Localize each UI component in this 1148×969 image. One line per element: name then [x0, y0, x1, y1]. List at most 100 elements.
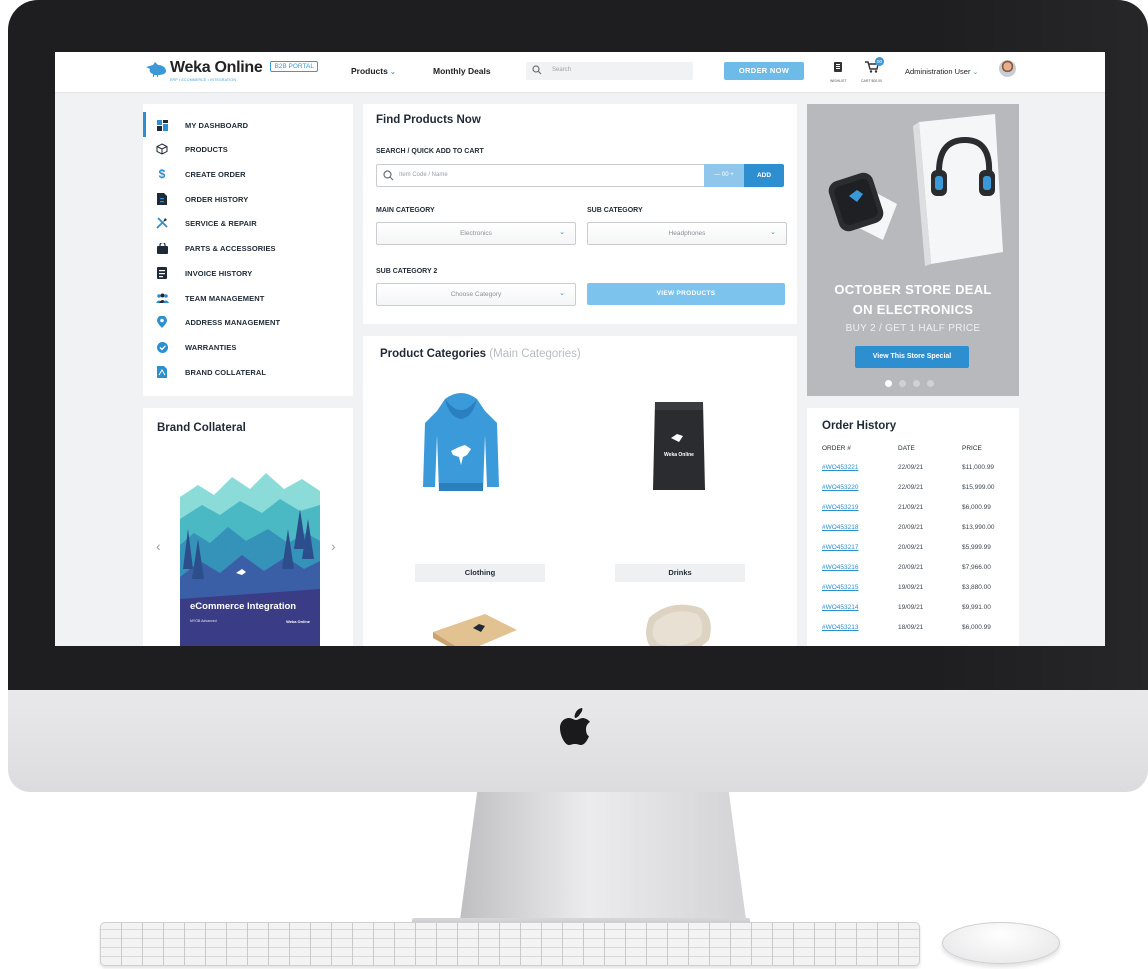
avatar[interactable] [999, 60, 1016, 77]
user-name: Administration User [905, 67, 971, 76]
sidebar-item-label: PARTS & ACCESSORIES [185, 243, 276, 253]
mouse [942, 922, 1060, 964]
order-date: 19/09/21 [898, 584, 924, 591]
order-link[interactable]: #WO453220 [822, 484, 859, 491]
table-row: #WO453219 21/09/21 $6,000.99 [807, 504, 1019, 524]
sidebar-item-service-repair[interactable]: SERVICE & REPAIR [155, 214, 257, 232]
order-date: 20/09/21 [898, 564, 924, 571]
box-icon [155, 142, 169, 156]
nav-monthly-deals[interactable]: Monthly Deals [433, 66, 491, 76]
svg-text:Weka Online: Weka Online [664, 452, 694, 458]
quick-add-search-input[interactable]: Item Code / Name [376, 164, 706, 187]
sidebar-item-parts-accessories[interactable]: PARTS & ACCESSORIES [155, 239, 276, 257]
column-header-price: PRICE [962, 445, 982, 452]
order-price: $9,991.00 [962, 604, 991, 611]
chevron-right-icon[interactable]: › [331, 538, 336, 554]
order-link[interactable]: #WO453221 [822, 464, 859, 471]
cart-label: CART $00.00 [861, 79, 883, 83]
add-to-cart-button[interactable]: ADD [744, 164, 784, 187]
table-row: #WO453221 22/09/21 $11,000.99 [807, 464, 1019, 484]
category-clothing[interactable]: Clothing [415, 564, 545, 582]
carousel-dot[interactable] [885, 380, 892, 387]
table-row: #WO453215 19/09/21 $3,880.00 [807, 584, 1019, 604]
table-row: #WO453214 19/09/21 $9,991.00 [807, 604, 1019, 624]
category-drinks[interactable]: Drinks [615, 564, 745, 582]
sub-category-select[interactable]: Headphones ⌄ [587, 222, 787, 245]
sidebar-item-my-dashboard[interactable]: MY DASHBOARD [155, 116, 248, 134]
nav-products[interactable]: Products ⌄ [351, 66, 396, 76]
order-link[interactable]: #WO453215 [822, 584, 859, 591]
electronics-promo-image [827, 112, 1007, 272]
box-product-image[interactable] [429, 608, 519, 646]
drinks-product-image[interactable]: Weka Online [649, 398, 709, 494]
carousel-dot[interactable] [899, 380, 906, 387]
chevron-left-icon[interactable]: ‹ [156, 538, 161, 554]
main-category-value: Electronics [460, 230, 492, 237]
product-categories-card: Product Categories (Main Categories) Clo… [363, 336, 797, 646]
order-date: 19/09/21 [898, 604, 924, 611]
tools-icon [155, 216, 169, 230]
order-price: $6,000.99 [962, 624, 991, 631]
table-row: #WO453213 18/09/21 $6,000.99 [807, 624, 1019, 644]
order-date: 18/09/21 [898, 624, 924, 631]
order-link[interactable]: #WO453218 [822, 524, 859, 531]
sidebar-item-address-management[interactable]: ADDRESS MANAGEMENT [155, 313, 280, 331]
carousel-dot[interactable] [913, 380, 920, 387]
logo[interactable]: Weka Online ERP • ECOMMERCE • INTEGRATIO… [145, 59, 318, 82]
column-header-date: DATE [898, 445, 915, 452]
poster-subtext: MYOB Advanced [190, 619, 217, 623]
sidebar-item-label: TEAM MANAGEMENT [185, 293, 265, 303]
order-link[interactable]: #WO453219 [822, 504, 859, 511]
user-menu[interactable]: Administration User ⌄ [905, 67, 978, 76]
promo-banner[interactable]: OCTOBER STORE DEAL ON ELECTRONICS BUY 2 … [807, 104, 1019, 396]
cart-count-badge: 00 [875, 57, 884, 66]
cart-button[interactable]: 00 CART $00.00 [861, 57, 884, 83]
nav-products-label: Products [351, 66, 388, 76]
sidebar-item-create-order[interactable]: $ CREATE ORDER [155, 165, 246, 183]
quantity-stepper[interactable]: — 00 + [704, 164, 744, 187]
sidebar-item-order-history[interactable]: ORDER HISTORY [155, 190, 248, 208]
sidebar-item-warranties[interactable]: WARRANTIES [155, 338, 236, 356]
order-date: 20/09/21 [898, 544, 924, 551]
kiwi-bird-icon [146, 62, 166, 77]
quick-add-placeholder: Item Code / Name [399, 172, 448, 178]
chevron-down-icon: ⌄ [770, 229, 776, 236]
order-now-button[interactable]: ORDER NOW [724, 62, 804, 80]
sidebar-item-label: CREATE ORDER [185, 169, 246, 179]
sub-category-2-select[interactable]: Choose Category ⌄ [376, 283, 576, 306]
order-link[interactable]: #WO453214 [822, 604, 859, 611]
imac-stand [460, 792, 746, 920]
pdf-icon [155, 365, 169, 379]
main-category-select[interactable]: Electronics ⌄ [376, 222, 576, 245]
sidebar-item-invoice-history[interactable]: INVOICE HISTORY [155, 264, 252, 282]
view-products-button[interactable]: VIEW PRODUCTS [587, 283, 785, 305]
search-input[interactable]: Search [526, 62, 693, 80]
sidebar-item-brand-collateral[interactable]: BRAND COLLATERAL [155, 363, 266, 381]
packaging-product-image[interactable] [641, 600, 715, 646]
poster-logo: Weka Online [286, 619, 310, 624]
carousel-dot[interactable] [927, 380, 934, 387]
find-products-title: Find Products Now [376, 114, 481, 126]
main-category-label: MAIN CATEGORY [376, 207, 435, 214]
keyboard [100, 922, 920, 966]
view-store-special-button[interactable]: View This Store Special [855, 346, 969, 368]
sidebar-item-label: PRODUCTS [185, 144, 228, 154]
order-link[interactable]: #WO453216 [822, 564, 859, 571]
order-link[interactable]: #WO453217 [822, 544, 859, 551]
search-icon [383, 170, 394, 181]
sidebar-menu: MY DASHBOARD PRODUCTS $ CREATE ORDER ORD… [143, 104, 353, 396]
order-link[interactable]: #WO453213 [822, 624, 859, 631]
order-date: 21/09/21 [898, 504, 924, 511]
order-price: $11,000.99 [962, 464, 995, 471]
sidebar-item-products[interactable]: PRODUCTS [155, 140, 228, 158]
sidebar-item-label: SERVICE & REPAIR [185, 218, 257, 228]
wishlist-button[interactable]: WISHLIST [830, 60, 847, 83]
dollar-icon: $ [158, 167, 166, 181]
sidebar-item-team-management[interactable]: TEAM MANAGEMENT [155, 289, 264, 307]
hoodie-product-image[interactable] [421, 391, 501, 497]
chevron-down-icon: ⌄ [559, 290, 565, 297]
active-indicator [143, 112, 146, 137]
apple-logo-icon [560, 708, 590, 745]
screen: Weka Online ERP • ECOMMERCE • INTEGRATIO… [55, 52, 1105, 646]
brand-collateral-poster[interactable]: eCommerce Integration MYOB Advanced Weka… [180, 449, 320, 646]
